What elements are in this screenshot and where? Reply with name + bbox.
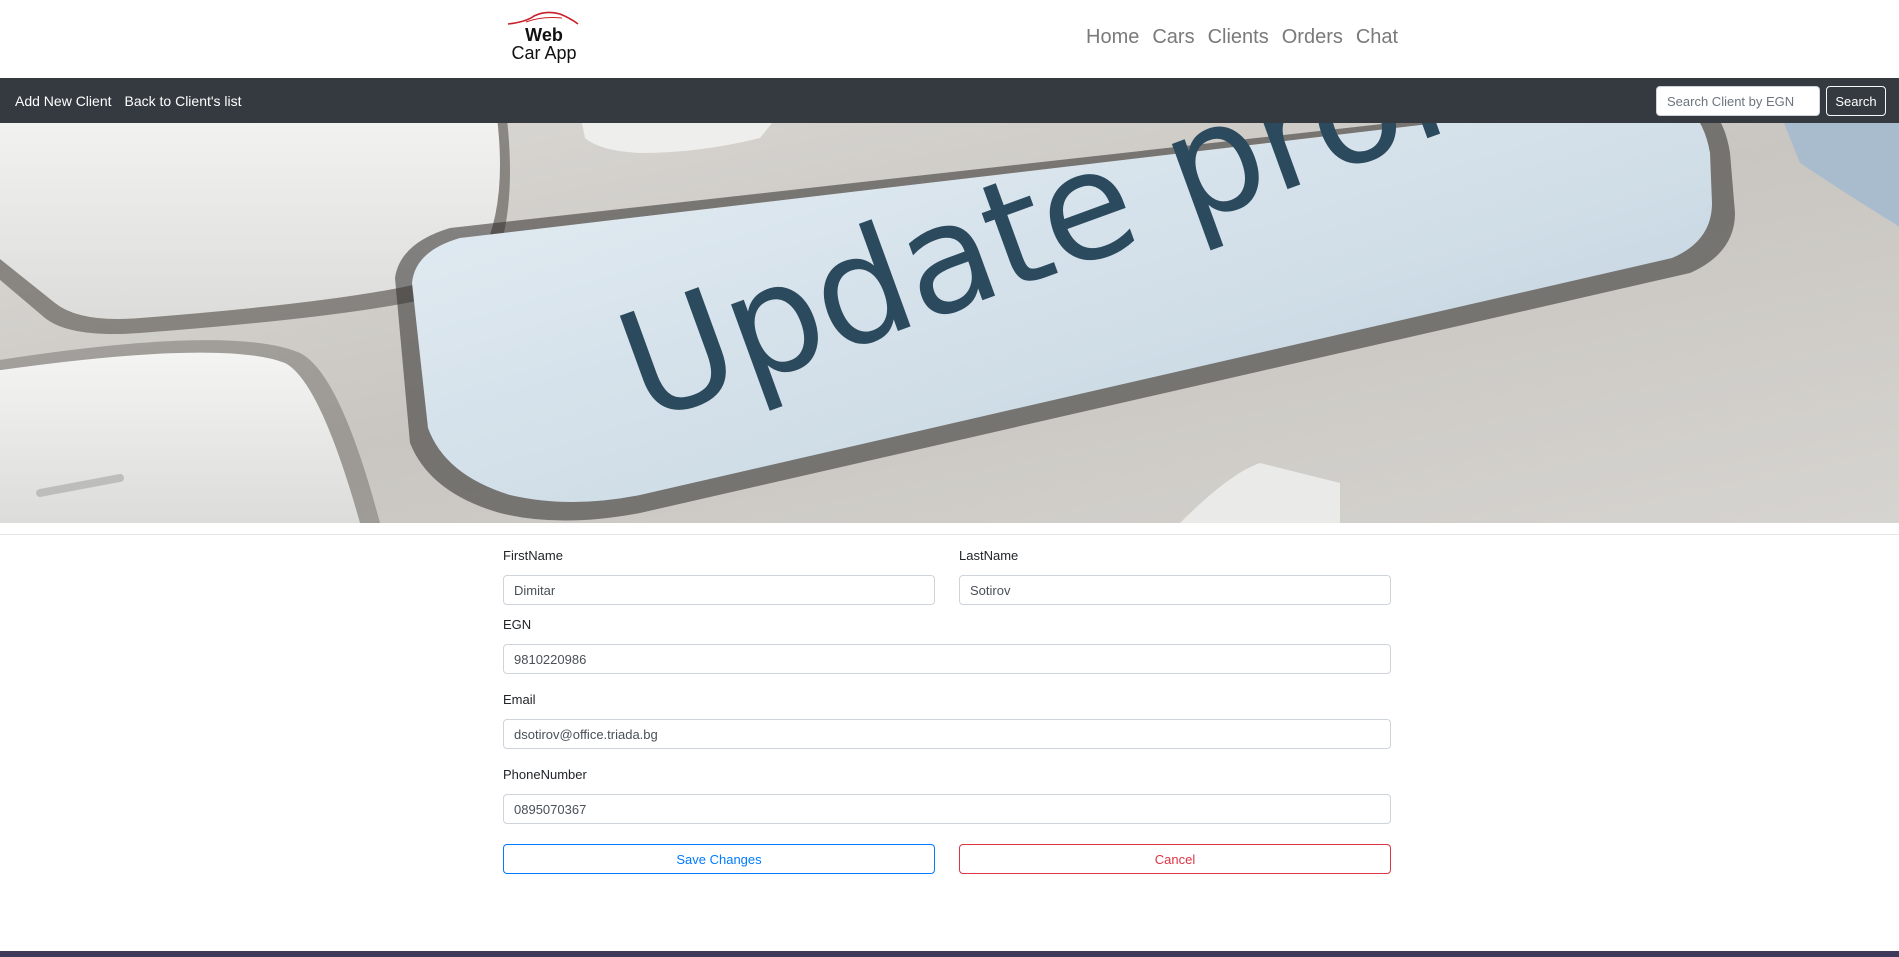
egn-input[interactable] xyxy=(503,644,1391,674)
first-name-input[interactable] xyxy=(503,575,935,605)
logo-text-line1: Web xyxy=(525,25,563,45)
last-name-input[interactable] xyxy=(959,575,1391,605)
search-client-input[interactable] xyxy=(1656,86,1820,116)
phone-number-input[interactable] xyxy=(503,794,1391,824)
email-input[interactable] xyxy=(503,719,1391,749)
main-nav: Home Cars Clients Orders Chat xyxy=(1086,22,1398,52)
back-to-client-list-link[interactable]: Back to Client's list xyxy=(125,93,242,109)
add-new-client-link[interactable]: Add New Client xyxy=(15,93,112,109)
nav-orders[interactable]: Orders xyxy=(1282,22,1343,52)
last-name-label: LastName xyxy=(959,548,1019,563)
search-button[interactable]: Search xyxy=(1826,86,1886,116)
footer-strip xyxy=(0,951,1899,957)
nav-home[interactable]: Home xyxy=(1086,22,1139,52)
logo-text-line2: Car App xyxy=(511,43,577,63)
top-header: Web Car App Home Cars Clients Orders Cha… xyxy=(0,0,1899,78)
egn-label: EGN xyxy=(503,617,532,632)
subnav-links: Add New Client Back to Client's list xyxy=(15,78,242,123)
section-divider xyxy=(0,534,1899,535)
nav-cars[interactable]: Cars xyxy=(1152,22,1194,52)
cancel-button[interactable]: Cancel xyxy=(959,844,1391,874)
sub-navbar: Add New Client Back to Client's list xyxy=(0,78,1899,123)
nav-clients[interactable]: Clients xyxy=(1208,22,1269,52)
save-changes-button[interactable]: Save Changes xyxy=(503,844,935,874)
phone-number-label: PhoneNumber xyxy=(503,767,587,782)
hero-image: Update profile xyxy=(0,123,1899,523)
logo-link[interactable]: Web Car App xyxy=(502,8,586,64)
first-name-label: FirstName xyxy=(503,548,563,563)
email-label: Email xyxy=(503,692,536,707)
nav-chat[interactable]: Chat xyxy=(1356,22,1398,52)
